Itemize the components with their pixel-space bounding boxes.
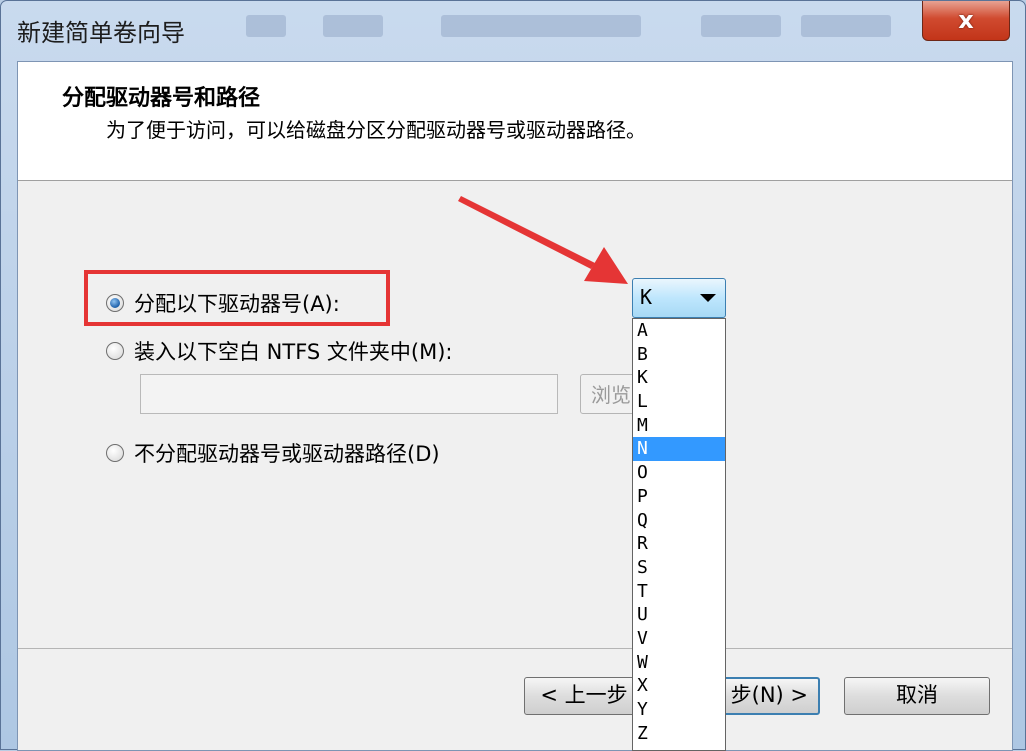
dropdown-item-m[interactable]: M	[633, 414, 725, 438]
close-button[interactable]: x	[922, 1, 1010, 41]
title-bar[interactable]: 新建简单卷向导 x	[1, 1, 1025, 57]
radio-unchecked-icon[interactable]	[106, 342, 124, 360]
folder-path-input[interactable]	[140, 374, 558, 414]
radio-unchecked-icon[interactable]	[106, 444, 124, 462]
dropdown-item-a[interactable]: A	[633, 319, 725, 343]
dropdown-item-v[interactable]: V	[633, 627, 725, 651]
radio-mount-folder-label: 装入以下空白 NTFS 文件夹中(M):	[134, 340, 453, 364]
radio-assign-letter-label: 分配以下驱动器号(A):	[134, 292, 340, 316]
blurred-background	[701, 15, 781, 37]
page-title: 分配驱动器号和路径	[62, 86, 261, 111]
dropdown-item-l[interactable]: L	[633, 390, 725, 414]
dropdown-item-b[interactable]: B	[633, 343, 725, 367]
dropdown-item-w[interactable]: W	[633, 651, 725, 675]
radio-no-assign[interactable]: 不分配驱动器号或驱动器路径(D)	[106, 438, 440, 468]
dropdown-item-o[interactable]: O	[633, 461, 725, 485]
dropdown-item-n[interactable]: N	[633, 437, 725, 462]
footer-divider	[18, 648, 1012, 649]
drive-letter-combobox[interactable]: K	[632, 278, 726, 318]
dropdown-item-k[interactable]: K	[633, 366, 725, 390]
back-button[interactable]: < 上一步	[524, 677, 644, 715]
dropdown-item-y[interactable]: Y	[633, 698, 725, 722]
dropdown-item-r[interactable]: R	[633, 532, 725, 556]
dropdown-item-t[interactable]: T	[633, 580, 725, 604]
drive-letter-dropdown-list[interactable]: ABKLMNOPQRSTUVWXYZ	[632, 318, 726, 751]
dropdown-item-z[interactable]: Z	[633, 722, 725, 746]
radio-mount-folder[interactable]: 装入以下空白 NTFS 文件夹中(M):	[106, 336, 453, 366]
close-icon: x	[958, 6, 974, 34]
blurred-background	[441, 15, 641, 37]
blurred-background	[323, 15, 383, 37]
blurred-background	[246, 15, 286, 37]
drive-letter-selected: K	[640, 285, 653, 309]
chevron-down-icon[interactable]	[700, 294, 716, 302]
radio-checked-icon[interactable]	[106, 294, 124, 312]
dropdown-item-x[interactable]: X	[633, 674, 725, 698]
radio-assign-letter[interactable]: 分配以下驱动器号(A):	[106, 288, 340, 318]
dropdown-item-s[interactable]: S	[633, 556, 725, 580]
cancel-button[interactable]: 取消	[844, 677, 990, 715]
wizard-client-area: 分配驱动器号和路径 为了便于访问，可以给磁盘分区分配驱动器号或驱动器路径。 分配…	[17, 61, 1013, 751]
blurred-background	[801, 15, 891, 37]
window-title: 新建简单卷向导	[17, 19, 185, 47]
dropdown-item-q[interactable]: Q	[633, 509, 725, 533]
page-subtitle: 为了便于访问，可以给磁盘分区分配驱动器号或驱动器路径。	[106, 118, 646, 142]
wizard-header: 分配驱动器号和路径 为了便于访问，可以给磁盘分区分配驱动器号或驱动器路径。	[18, 62, 1012, 181]
wizard-window: 新建简单卷向导 x 分配驱动器号和路径 为了便于访问，可以给磁盘分区分配驱动器号…	[0, 0, 1026, 751]
dropdown-item-p[interactable]: P	[633, 485, 725, 509]
radio-no-assign-label: 不分配驱动器号或驱动器路径(D)	[134, 442, 440, 466]
dropdown-item-u[interactable]: U	[633, 603, 725, 627]
